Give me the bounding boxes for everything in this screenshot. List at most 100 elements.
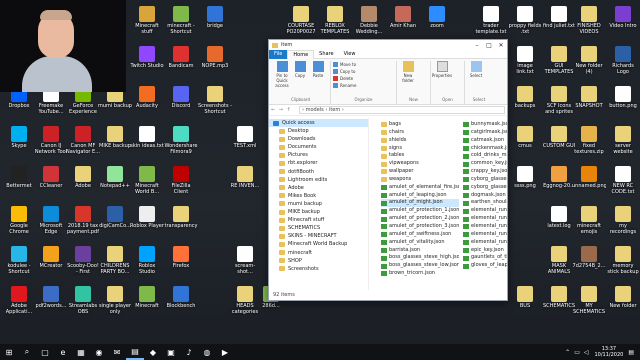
desktop-icon[interactable]: my recordings [606,206,640,235]
file-item[interactable]: gauntlets_of_the_... [463,254,507,262]
music-icon[interactable]: ♪ [180,344,198,360]
file-item[interactable]: elemental_rune_of_... [463,239,507,247]
desktop-icon[interactable]: Roblox Player [130,206,164,235]
desktop-icon[interactable]: minecraft emojis [572,206,606,235]
desktop-icon[interactable]: Minecraft World B... [130,166,164,195]
nav-item[interactable]: Minecraft World Backup [269,240,368,248]
desktop-icon[interactable]: MCreator [34,246,68,275]
nav-item[interactable]: minecraft [269,249,368,257]
task-view-icon[interactable]: ▢ [36,344,54,360]
file-item[interactable]: amulet_of_protection_1.json [381,207,459,215]
media-icon[interactable]: ▶ [216,344,234,360]
desktop-icon[interactable]: proppy fields .txt [508,6,542,35]
chevron-up-icon[interactable]: ⌃ [565,349,570,356]
file-item[interactable]: amulet_of_protection_2.json [381,215,459,223]
file-item[interactable]: signs [381,145,459,153]
file-item[interactable]: tables [381,152,459,160]
desktop-icon[interactable]: kodulee - Shortcut [2,246,36,275]
nav-item[interactable]: Documents [269,143,368,151]
nav-item[interactable]: Downloads [269,135,368,143]
nav-item[interactable]: SCHEMATICS [269,224,368,232]
volume-icon[interactable]: ◁ [584,349,589,356]
nav-item[interactable]: Lightroom edits [269,176,368,184]
file-item[interactable]: vipweapons [381,160,459,168]
minimize-button[interactable]: – [471,42,483,49]
desktop-icon[interactable]: SNAPSHOT [572,86,606,115]
desktop-icon[interactable]: Canon MF Navigator E... [66,126,100,155]
file-item[interactable]: amulet_of_elemental_fire.json [381,184,459,192]
file-item[interactable]: elemental_rune_of_... [463,223,507,231]
network-icon[interactable]: ▭ [574,349,580,356]
desktop-icon[interactable]: Screenshots - Shortcut [198,86,232,115]
desktop-icon[interactable]: CHILDRENS PARTY BO... [98,246,132,275]
desktop-icon[interactable]: pdf2words... [34,286,68,315]
nav-item[interactable]: Minecraft stuff [269,216,368,224]
app-icon[interactable]: ◍ [198,344,216,360]
desktop-icon[interactable]: scream-shot... [228,246,262,275]
file-item[interactable]: amulet_of_leaping.json [381,192,459,200]
desktop-icon[interactable]: fixed textures.zip [572,126,606,155]
file-item[interactable]: shields [381,137,459,145]
desktop-icon[interactable]: bridge [198,6,232,35]
explorer-icon[interactable]: ▤ [126,344,144,360]
nav-item[interactable]: SKINS - MINECRAFT [269,232,368,240]
desktop-icon[interactable]: backups [508,86,542,115]
desktop-icon[interactable]: cmus [508,126,542,155]
desktop-icon[interactable]: Minecraft [130,286,164,315]
file-item[interactable]: amulet_of_protection_3.json [381,223,459,231]
desktop-icon[interactable]: Amir Khan [386,6,420,35]
desktop-icon[interactable]: MY SCHEMATICS [572,286,606,315]
desktop-icon[interactable]: Discord [164,86,198,115]
desktop-icon[interactable]: TEST.xml [228,126,262,155]
desktop-icon[interactable]: Debbie Wedding... [352,6,386,35]
maximize-button[interactable]: □ [483,42,495,49]
nav-item[interactable]: mumi backup [269,200,368,208]
tab-file[interactable]: File [269,49,288,59]
file-item[interactable]: dogmask.json [463,192,507,200]
desktop-icon[interactable]: unnamed.png [572,166,606,195]
file-item[interactable]: amulet_of_vitality.json [381,239,459,247]
desktop-icon[interactable]: BUS [508,286,542,315]
desktop-icon[interactable]: RE INVEN... [228,166,262,195]
file-item[interactable]: epic_key.json [463,247,507,255]
start-button[interactable]: ⊞ [0,344,18,360]
desktop-icon[interactable]: skin ideas.txt [130,126,164,155]
tab-share[interactable]: Share [314,50,338,59]
desktop-icon[interactable]: Eggnog-20... [542,166,576,195]
copy-to-button[interactable]: Copy to [333,68,394,75]
desktop-icon[interactable]: Microsoft Edge [34,206,68,235]
file-item[interactable]: weapons [381,176,459,184]
nav-item[interactable]: SHOP [269,257,368,265]
file-item[interactable]: gloves_of_leaping... [463,262,507,270]
close-button[interactable]: ✕ [495,42,507,49]
file-item[interactable]: common_key.json [463,160,507,168]
file-item[interactable]: chickenmask.json [463,145,507,153]
file-item[interactable]: chairs [381,129,459,137]
desktop-icon[interactable]: digiCamCo... [98,206,132,235]
file-item[interactable]: elemental_rune_of_... [463,207,507,215]
desktop-icon[interactable]: COURTASE PO20P0027 [284,6,318,35]
desktop-icon[interactable]: NOPE.mp3 [198,46,232,75]
clock[interactable]: 13:37 10/11/2020 [595,346,624,358]
desktop-icon[interactable]: NEW RC CODE.txt [606,166,640,195]
desktop-icon[interactable]: Twitch Studio [130,46,164,75]
desktop-icon[interactable]: single player only databa... [98,286,132,315]
desktop-icon[interactable]: SCF Icons and sprites [542,86,576,115]
desktop-icon[interactable]: Richards Logo [606,46,640,75]
file-item[interactable]: wallpaper [381,168,459,176]
mail-icon[interactable]: ✉ [108,344,126,360]
desktop-icon[interactable]: MIKE backup [98,126,132,155]
nav-item[interactable]: Quick access [269,119,368,128]
move-to-button[interactable]: Move to [333,61,394,68]
edge-icon[interactable]: e [54,344,72,360]
tab-home[interactable]: Home [287,49,315,59]
nav-item[interactable]: MIKE backup [269,208,368,216]
desktop-icon[interactable]: Bandicam [164,46,198,75]
file-item[interactable]: catgirlmask.json [463,129,507,137]
desktop-icon[interactable]: CUSTOM GUI [542,126,576,155]
nav-arrows[interactable]: ← → ↑ [271,107,299,113]
desktop-icon[interactable]: Skype [2,126,36,155]
file-item[interactable]: bunnymask.json [463,121,507,129]
desktop-icon[interactable]: Wondershare Filmora9 [164,126,198,155]
file-item[interactable]: cold_drinks_machi... [463,152,507,160]
